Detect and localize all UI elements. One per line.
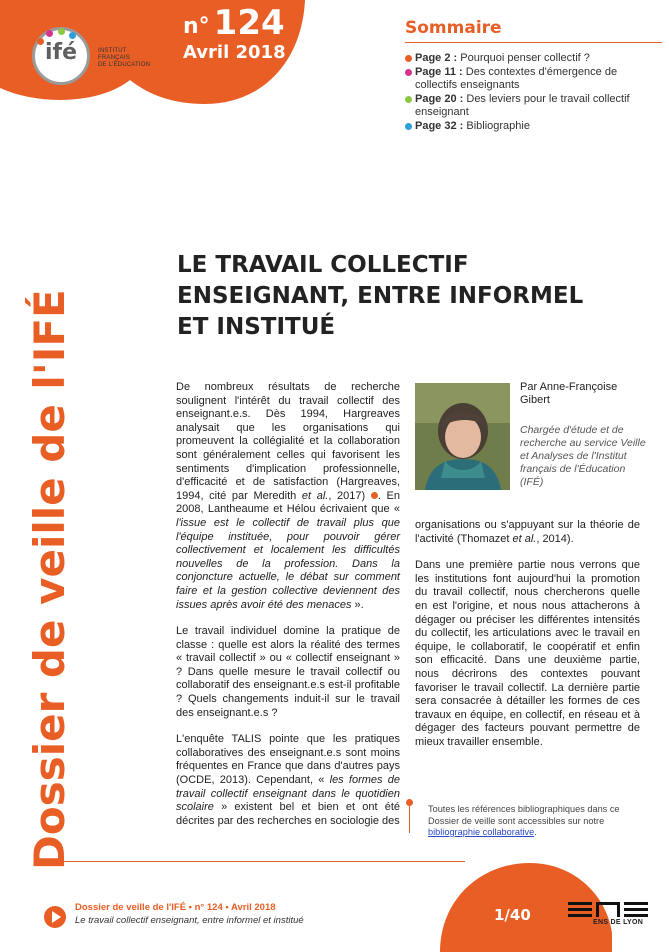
- page-number: 1/40: [494, 906, 531, 924]
- ens-logo-icon: [568, 902, 648, 917]
- sommaire-item[interactable]: Page 11 : Des contextes d'émergence de c…: [405, 66, 643, 93]
- bullet-icon: [405, 95, 412, 103]
- sommaire-divider: [405, 42, 662, 43]
- bullet-icon: [405, 68, 412, 76]
- footer-series: Dossier de veille de l'IFÉ • n° 124 • Av…: [75, 902, 276, 913]
- bullet-icon: [405, 122, 412, 130]
- article-column-2: organisations ou s'appuyant sur la théor…: [415, 519, 640, 763]
- play-triangle-icon: [52, 911, 61, 923]
- footer-article-title: Le travail collectif enseignant, entre i…: [75, 915, 304, 926]
- paragraph: De nombreux résultats de recherche souli…: [176, 381, 400, 611]
- author-photo: [415, 383, 510, 490]
- bibliography-note: Toutes les références bibliographiques d…: [428, 804, 620, 837]
- paragraph: organisations ou s'appuyant sur la théor…: [415, 519, 640, 545]
- reference-dot-icon: [370, 492, 378, 500]
- issue-number: n° 124: [183, 3, 285, 43]
- note-bar: [409, 803, 410, 833]
- logo-dot-green: [58, 28, 65, 35]
- institute-name: INSTITUT FRANÇAIS DE L'ÉDUCATION: [98, 48, 151, 68]
- issue-date: Avril 2018: [183, 42, 286, 63]
- sommaire-item[interactable]: Page 32 : Bibliographie: [405, 120, 643, 134]
- ens-lyon-label: ENS DE LYON: [593, 919, 644, 926]
- paragraph: Dans une première partie nous verrons qu…: [415, 559, 640, 748]
- author-name: Par Anne-Françoise Gibert: [520, 381, 618, 406]
- paragraph: Le travail individuel domine la pratique…: [176, 625, 400, 719]
- sommaire-item[interactable]: Page 2 : Pourquoi penser collectif ?: [405, 52, 643, 66]
- bullet-icon: [405, 55, 412, 62]
- logo-dot-pink: [46, 30, 53, 37]
- article-title: LE TRAVAIL COLLECTIF ENSEIGNANT, ENTRE I…: [177, 252, 584, 340]
- sommaire-item[interactable]: Page 20 : Des leviers pour le travail co…: [405, 93, 643, 120]
- author-role: Chargée d'étude et de recherche au servi…: [520, 424, 646, 488]
- sommaire-list: Page 2 : Pourquoi penser collectif ? Pag…: [405, 52, 643, 133]
- logo-dot-orange: [37, 38, 44, 45]
- sommaire-title: Sommaire: [405, 18, 502, 38]
- paragraph: L'enquête TALIS pointe que les pratiques…: [176, 733, 401, 827]
- vertical-series-title: Dossier de veille de l'IFÉ: [25, 289, 74, 870]
- bibliography-link[interactable]: bibliographie collaborative: [428, 827, 534, 837]
- logo-dot-blue: [69, 32, 76, 39]
- article-column-1: De nombreux résultats de recherche souli…: [176, 381, 400, 841]
